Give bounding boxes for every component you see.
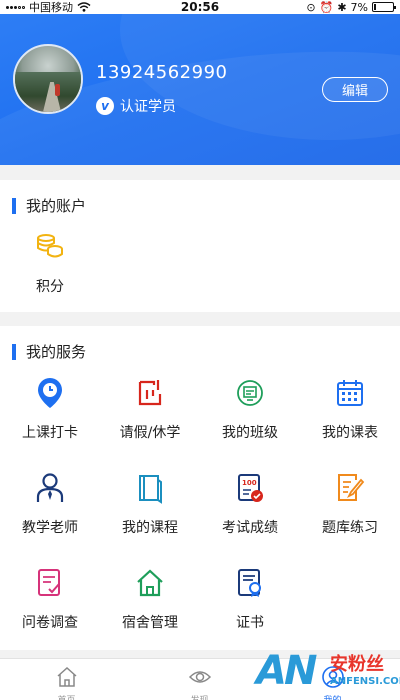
book-icon xyxy=(133,471,167,505)
account-item-label: 积分 xyxy=(36,279,64,295)
tab-discover[interactable]: 发现 xyxy=(133,659,266,700)
service-label: 宿舍管理 xyxy=(122,615,178,631)
service-label: 教学老师 xyxy=(22,520,78,536)
service-label: 我的课表 xyxy=(322,425,378,441)
practice-icon xyxy=(333,471,367,505)
avatar[interactable] xyxy=(13,44,83,114)
alarm-icon: ⏰ xyxy=(319,0,334,14)
service-course[interactable]: 我的课程 xyxy=(100,471,200,537)
leave-doc-icon xyxy=(133,376,167,410)
home-icon xyxy=(57,666,76,687)
calendar-icon xyxy=(333,376,367,410)
svg-text:100: 100 xyxy=(242,479,257,487)
clock: 20:56 xyxy=(180,0,220,14)
tab-label: 首页 xyxy=(0,693,133,700)
service-teacher[interactable]: 教学老师 xyxy=(0,471,100,537)
user-icon xyxy=(321,666,344,688)
service-label: 我的课程 xyxy=(122,520,178,536)
service-label: 请假/休学 xyxy=(119,425,181,441)
role-label: 认证学员 xyxy=(120,99,176,115)
service-dorm[interactable]: 宿舍管理 xyxy=(100,566,200,632)
service-certificate[interactable]: 证书 xyxy=(200,566,300,632)
status-bar: 中国移动 20:56 ⊙ ⏰ ✱ 7% xyxy=(0,0,400,14)
certification-row: v 认证学员 xyxy=(96,96,176,116)
service-checkin[interactable]: 上课打卡 xyxy=(0,376,100,442)
services-section: 我的服务 上课打卡 请假/休学 我的班级 我的课表 教学老师 我的课程 100 … xyxy=(0,326,400,650)
service-practice[interactable]: 题库练习 xyxy=(300,471,400,537)
section-title: 我的账户 xyxy=(12,195,86,216)
service-leave[interactable]: 请假/休学 xyxy=(100,376,200,442)
wifi-icon xyxy=(77,2,91,12)
user-phone: 13924562990 xyxy=(96,62,228,83)
edit-profile-button[interactable]: 编辑 xyxy=(322,77,388,102)
battery-percent: 7% xyxy=(350,0,368,14)
tab-mine[interactable]: 我的 xyxy=(266,659,399,700)
profile-header: 13924562990 v 认证学员 编辑 xyxy=(0,0,400,165)
account-item-points[interactable]: 积分 xyxy=(0,230,100,296)
service-scores[interactable]: 100 考试成绩 xyxy=(200,471,300,537)
location-clock-icon xyxy=(33,376,67,410)
tab-home[interactable]: 首页 xyxy=(0,659,133,700)
tab-label: 发现 xyxy=(133,693,266,700)
account-section: 我的账户 积分 xyxy=(0,180,400,312)
section-title: 我的服务 xyxy=(12,341,86,362)
service-label: 题库练习 xyxy=(322,520,378,536)
service-survey[interactable]: 问卷调查 xyxy=(0,566,100,632)
verified-icon: v xyxy=(96,97,114,115)
carrier-label: 中国移动 xyxy=(29,1,73,14)
survey-icon xyxy=(33,566,67,600)
service-label: 我的班级 xyxy=(222,425,278,441)
eye-icon xyxy=(188,671,211,683)
service-class[interactable]: 我的班级 xyxy=(200,376,300,442)
signal-icon xyxy=(6,5,25,9)
service-label: 考试成绩 xyxy=(222,520,278,536)
bluetooth-icon: ✱ xyxy=(337,0,347,14)
service-label: 证书 xyxy=(236,615,264,631)
certificate-icon xyxy=(233,566,267,600)
score-icon: 100 xyxy=(233,471,267,505)
service-label: 问卷调查 xyxy=(22,615,78,631)
battery-icon xyxy=(372,2,396,12)
coins-icon xyxy=(33,230,67,264)
bottom-tab-bar: 首页 发现 我的 xyxy=(0,658,400,700)
service-label: 上课打卡 xyxy=(22,425,78,441)
dorm-icon xyxy=(133,566,167,600)
lock-rotation-icon: ⊙ xyxy=(306,0,316,14)
class-icon xyxy=(233,376,267,410)
service-timetable[interactable]: 我的课表 xyxy=(300,376,400,442)
teacher-icon xyxy=(33,471,67,505)
tab-label: 我的 xyxy=(266,693,399,700)
